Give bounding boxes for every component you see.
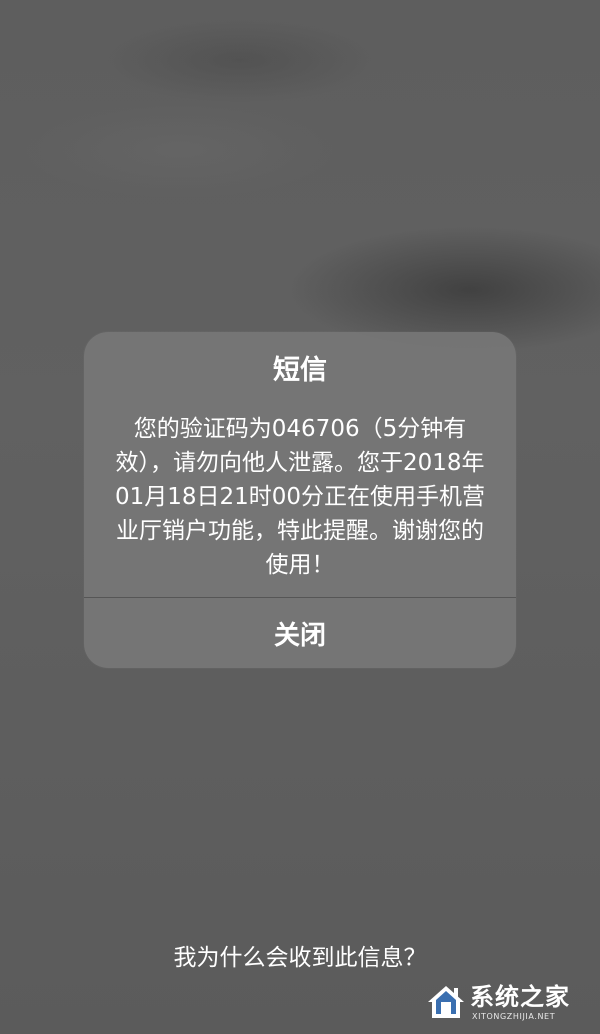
house-logo-icon	[428, 986, 464, 1018]
why-received-link[interactable]: 我为什么会收到此信息？	[0, 942, 600, 974]
alert-message: 您的验证码为046706（5分钟有效），请勿向他人泄露。您于2018年01月18…	[114, 416, 486, 578]
close-button[interactable]: 关闭	[84, 598, 516, 668]
watermark-title: 系统之家	[470, 983, 570, 1011]
watermark: 系统之家 XITONGZHIJIA.NET	[426, 980, 596, 1030]
sms-alert-dialog: 短信 您的验证码为046706（5分钟有效），请勿向他人泄露。您于2018年01…	[84, 332, 516, 668]
watermark-subtitle: XITONGZHIJIA.NET	[472, 1012, 556, 1021]
alert-title: 短信	[273, 355, 327, 386]
